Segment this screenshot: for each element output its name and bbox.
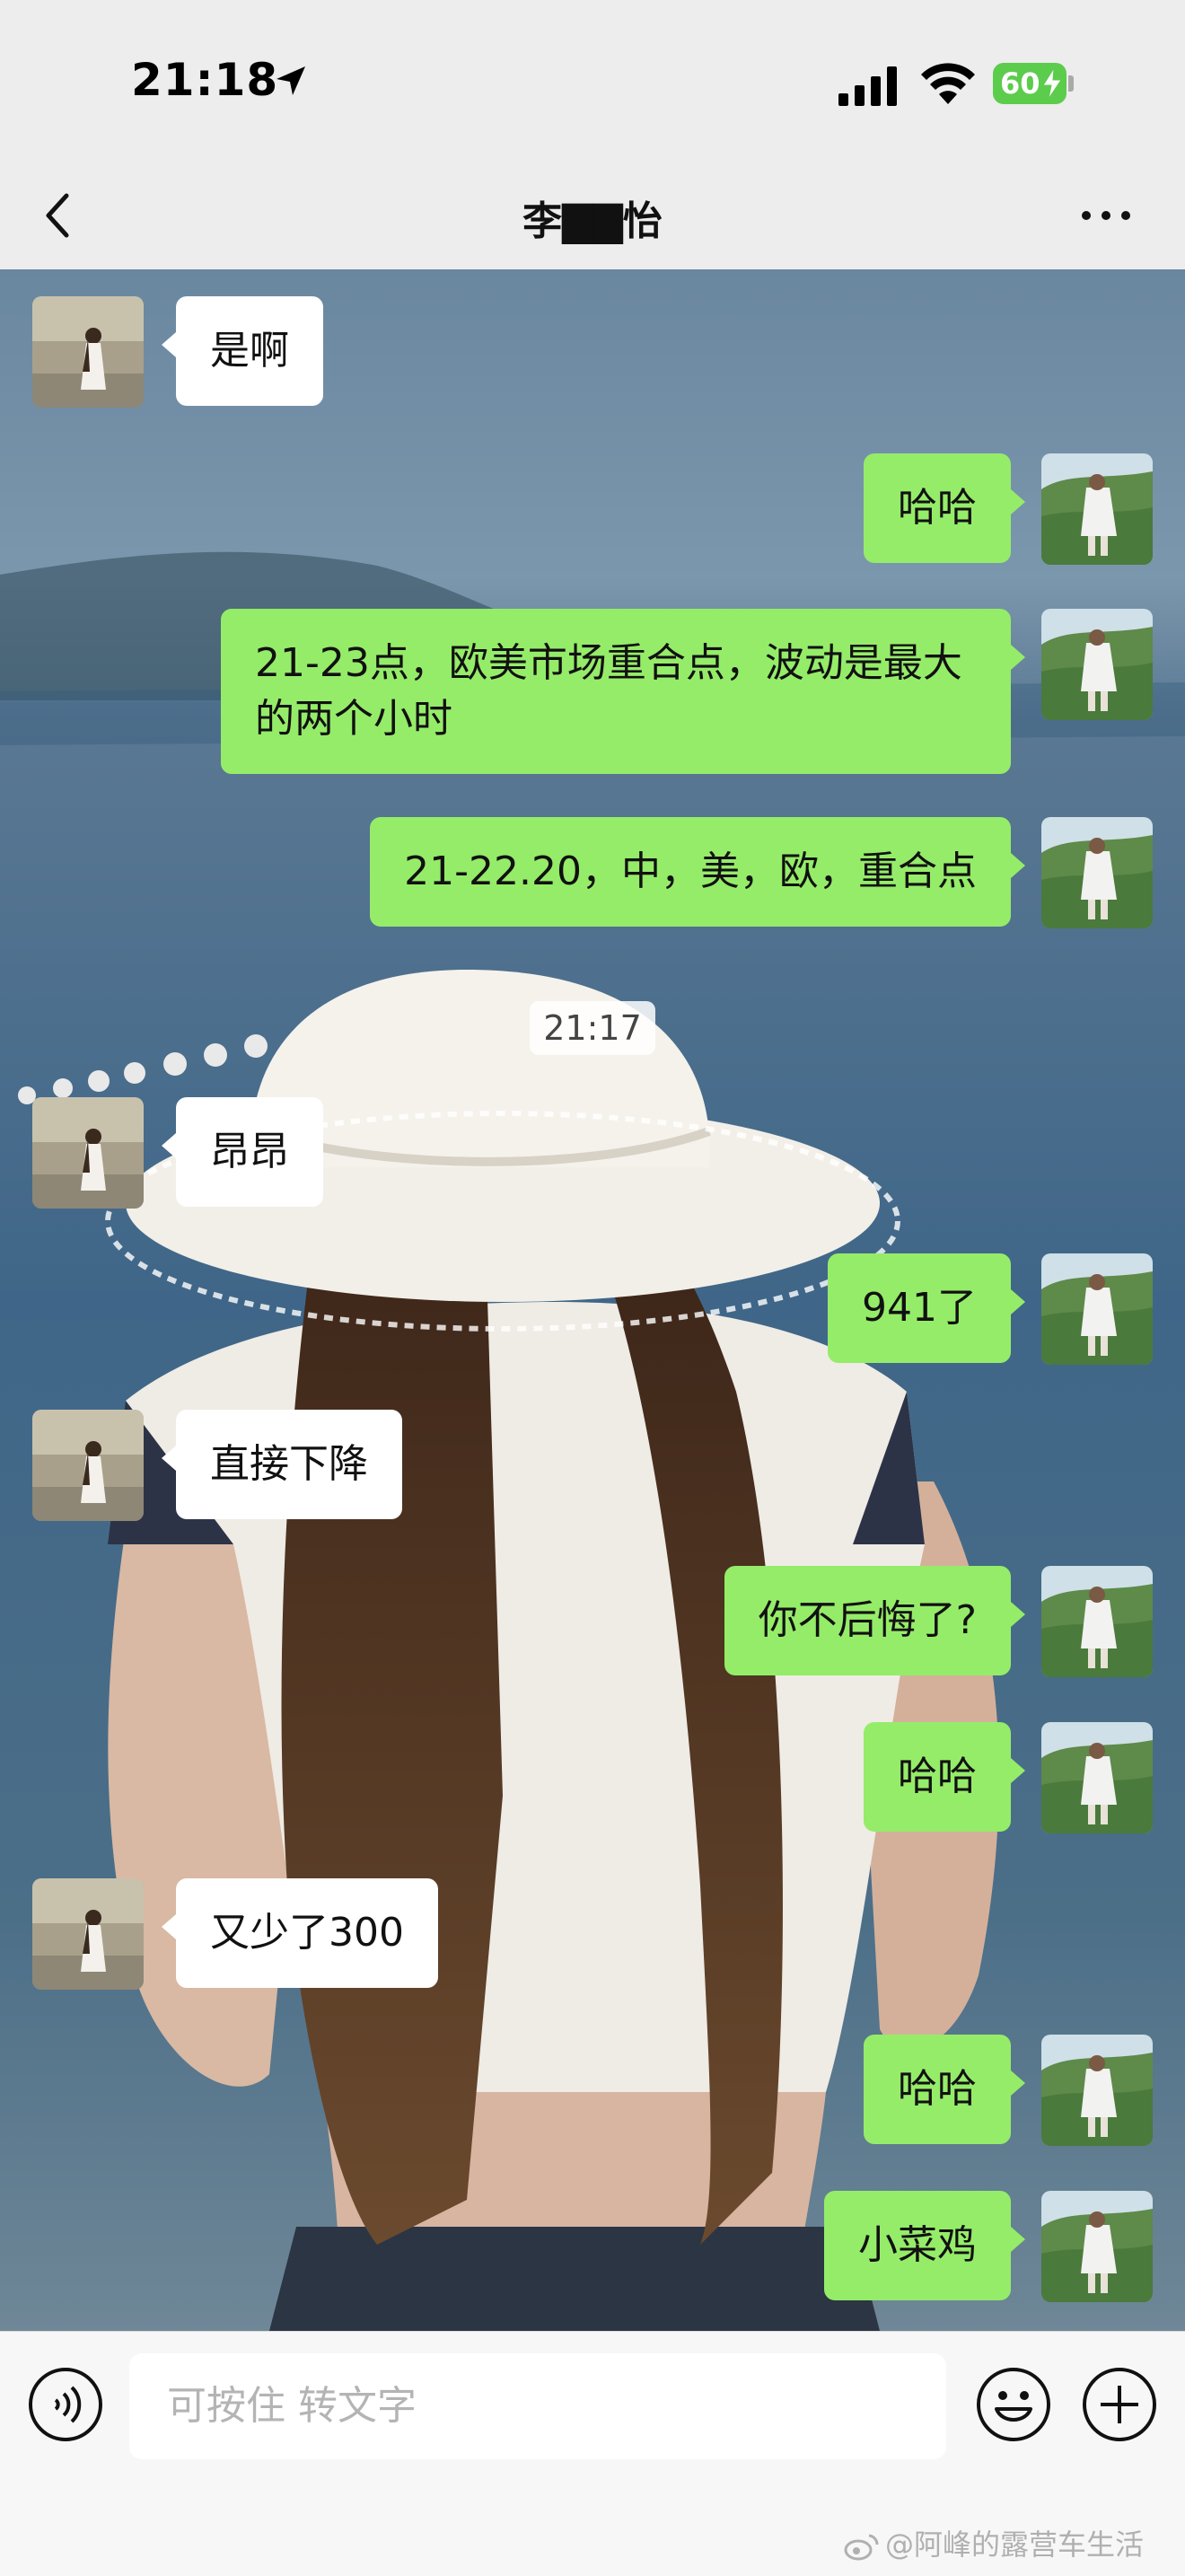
input-bar: 可按住 转文字 @阿峰的露营车生活	[0, 2331, 1185, 2576]
watermark: @阿峰的露营车生活	[844, 2522, 1144, 2563]
voice-icon[interactable]	[27, 2366, 104, 2443]
my-avatar[interactable]	[1041, 1722, 1153, 1833]
contact-avatar[interactable]	[32, 1878, 144, 1990]
message-bubble[interactable]: 哈哈	[864, 1722, 1025, 1832]
message-input[interactable]: 可按住 转文字	[129, 2353, 946, 2459]
message-bubble[interactable]: 21-22.20，中，美，欧，重合点	[370, 817, 1025, 927]
contact-avatar[interactable]	[32, 1410, 144, 1521]
message-bubble[interactable]: 是啊	[162, 296, 323, 406]
my-avatar[interactable]	[1041, 2191, 1153, 2302]
nav-bar: 李▇▇怡	[0, 162, 1185, 269]
message-bubble[interactable]: 直接下降	[162, 1410, 402, 1519]
message-bubble[interactable]: 21-23点，欧美市场重合点，波动是最大的两个小时	[221, 609, 1025, 774]
message-bubble[interactable]: 又少了300	[162, 1878, 438, 1988]
bolt-icon	[1042, 68, 1062, 99]
chat-title: 李▇▇怡	[522, 198, 663, 244]
contact-avatar[interactable]	[32, 296, 144, 408]
battery-level: 60	[1000, 66, 1040, 101]
contact-avatar[interactable]	[32, 1097, 144, 1209]
wifi-icon	[921, 63, 975, 104]
battery-cap	[1068, 75, 1074, 92]
message-bubble[interactable]: 哈哈	[864, 2035, 1025, 2144]
signal-icon	[838, 66, 897, 106]
more-dots-icon[interactable]	[1077, 205, 1135, 226]
location-arrow-icon	[276, 66, 305, 95]
battery-charging-icon: 60	[993, 63, 1066, 104]
my-avatar[interactable]	[1041, 453, 1153, 565]
message-bubble[interactable]: 你不后悔了?	[724, 1566, 1026, 1675]
my-avatar[interactable]	[1041, 817, 1153, 928]
status-bar: 21:18 60	[0, 0, 1185, 162]
watermark-text: @阿峰的露营车生活	[885, 2528, 1145, 2562]
my-avatar[interactable]	[1041, 1253, 1153, 1365]
message-bubble[interactable]: 昂昂	[162, 1097, 323, 1207]
my-avatar[interactable]	[1041, 1566, 1153, 1677]
my-avatar[interactable]	[1041, 609, 1153, 720]
message-bubble[interactable]: 哈哈	[864, 453, 1025, 563]
message-bubble[interactable]: 941了	[828, 1253, 1025, 1363]
plus-icon[interactable]	[1081, 2366, 1158, 2443]
message-bubble[interactable]: 小菜鸡	[824, 2191, 1025, 2300]
weibo-logo-icon	[844, 2534, 879, 2561]
my-avatar[interactable]	[1041, 2035, 1153, 2146]
emoji-icon[interactable]	[975, 2366, 1052, 2443]
status-time: 21:18	[131, 54, 279, 106]
chat-timestamp: 21:17	[530, 1001, 655, 1055]
